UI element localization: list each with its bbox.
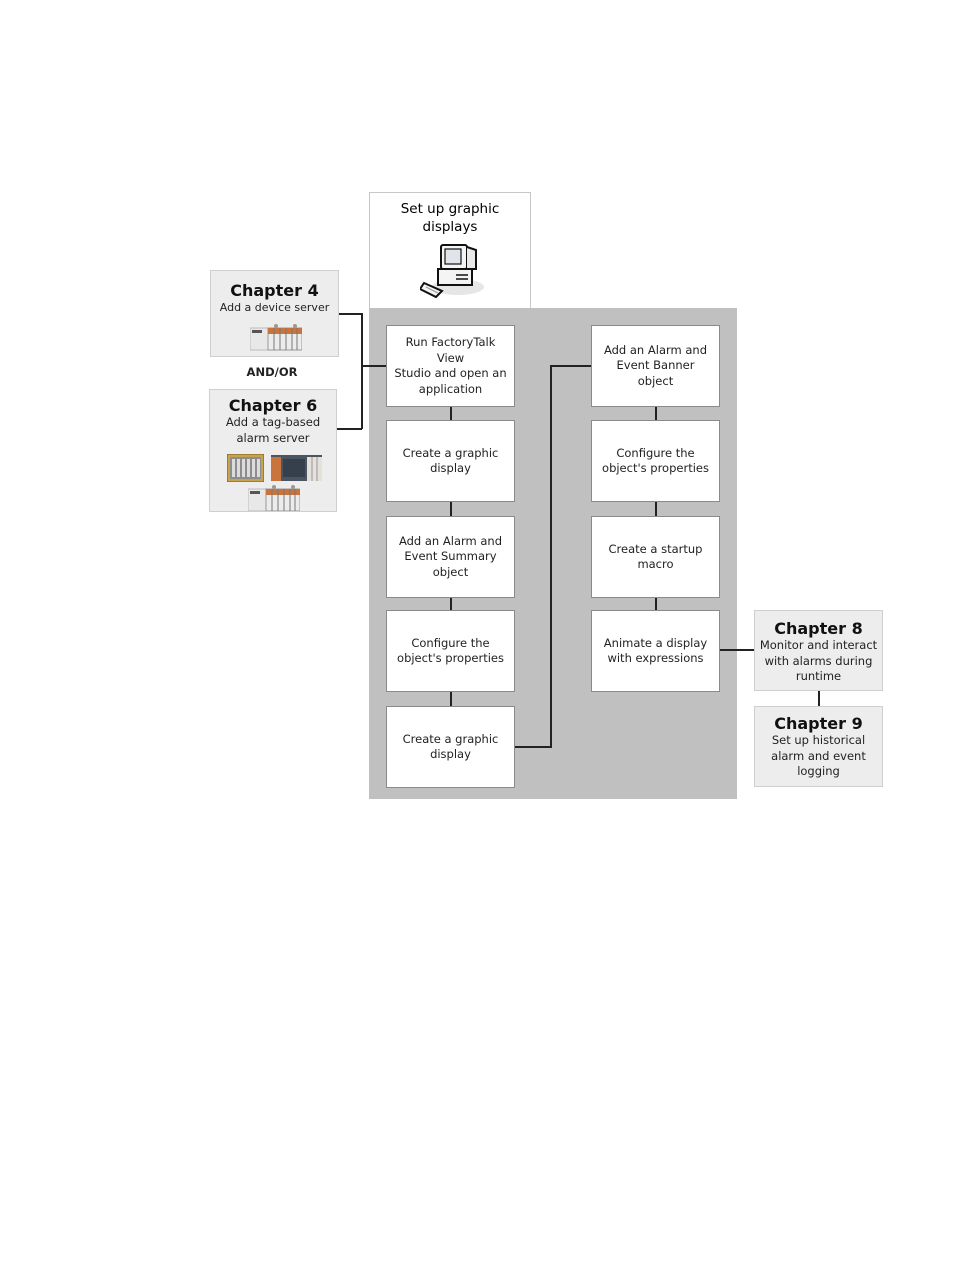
chapter-8-box: Chapter 8 Monitor and interact with alar… (754, 610, 883, 691)
chapter-6-title: Chapter 6 (228, 396, 318, 415)
step-text: Configure the (616, 445, 695, 460)
step-text: object's properties (602, 461, 709, 475)
step-text: Studio and open an (394, 366, 507, 380)
chapter-6-box: Chapter 6 Add a tag-based alarm server (209, 389, 337, 512)
step-add-alarm-summary: Add an Alarm and Event Summary object (386, 516, 515, 598)
plc-module-icon (271, 455, 322, 481)
step-configure-summary-properties: Configure the object's properties (386, 610, 515, 692)
step-text: macro (637, 557, 674, 571)
step-text: display (430, 747, 471, 761)
chapter-9-box: Chapter 9 Set up historical alarm and ev… (754, 706, 883, 787)
connector-column-link-top (550, 365, 592, 367)
step-text: object (432, 564, 469, 579)
chapter-8-title: Chapter 8 (774, 619, 863, 638)
plc-rack-icon (227, 454, 264, 482)
header-title-line2: displays (422, 219, 478, 235)
step-text: Create a graphic (402, 445, 499, 460)
step-animate-display: Animate a display with expressions (591, 610, 720, 692)
chapter-9-title: Chapter 9 (774, 714, 863, 733)
connector-to-chapter8 (720, 649, 755, 651)
chapter-9-line1: Set up historical (771, 733, 866, 747)
plc-controller-icon (248, 485, 300, 511)
header-title-line1: Set up graphic (400, 201, 500, 217)
header-box: Set up graphic displays (369, 192, 531, 308)
step-run-factorytalk: Run FactoryTalk View Studio and open an ap… (386, 325, 515, 407)
connector-vertical (655, 598, 657, 610)
connector-chapter4 (339, 313, 362, 315)
step-text: Create a graphic (402, 731, 499, 746)
step-text: with expressions (607, 651, 704, 665)
step-create-startup-macro: Create a startup macro (591, 516, 720, 598)
chapter-9-line3: logging (797, 764, 840, 778)
chapter-4-description: Add a device server (219, 301, 330, 314)
connector-vertical (655, 407, 657, 420)
step-text: application (418, 381, 483, 396)
connector-vertical (450, 502, 452, 516)
step-text: display (430, 461, 471, 475)
chapter-6-description-line2: alarm server (236, 430, 310, 445)
step-configure-banner-properties: Configure the object's properties (591, 420, 720, 502)
connector-to-step1 (361, 365, 387, 367)
chapter-8-line1: Monitor and interact (759, 638, 878, 652)
step-text: Animate a display (603, 635, 708, 650)
step-text: Event Banner (616, 358, 695, 373)
and-or-label: AND/OR (246, 365, 298, 379)
header-title: Set up graphic displays (370, 200, 530, 236)
step-text: object (637, 373, 674, 388)
step-text: Run FactoryTalk View (405, 335, 496, 365)
connector-vertical (450, 692, 452, 706)
connector-vertical (655, 502, 657, 516)
computer-icon (420, 241, 486, 299)
step-text: Create a startup (608, 541, 703, 556)
chapter-6-description-line1: Add a tag-based (225, 415, 321, 429)
connector-vertical (450, 598, 452, 610)
chapter-4-title: Chapter 4 (230, 281, 319, 300)
step-text: object's properties (397, 651, 504, 665)
step-text: Event Summary (404, 549, 497, 564)
connector-bracket (361, 313, 363, 429)
connector-column-link-bottom (515, 746, 552, 748)
step-create-graphic-display-1: Create a graphic display (386, 420, 515, 502)
connector-chapter8-chapter9 (818, 691, 820, 706)
connector-vertical (450, 407, 452, 420)
step-text: Configure the (411, 635, 490, 650)
step-text: Add an Alarm and (603, 342, 708, 357)
connector-column-link-vertical (550, 365, 552, 748)
connector-chapter6 (337, 428, 362, 430)
step-add-alarm-banner: Add an Alarm and Event Banner object (591, 325, 720, 407)
plc-controller-icon (250, 324, 302, 351)
step-text: Add an Alarm and (398, 533, 503, 548)
step-create-graphic-display-2: Create a graphic display (386, 706, 515, 788)
chapter-8-line3: runtime (795, 669, 842, 683)
chapter-9-line2: alarm and event (771, 748, 866, 763)
chapter-8-line2: with alarms during (764, 653, 873, 668)
chapter-4-box: Chapter 4 Add a device server (210, 270, 339, 357)
